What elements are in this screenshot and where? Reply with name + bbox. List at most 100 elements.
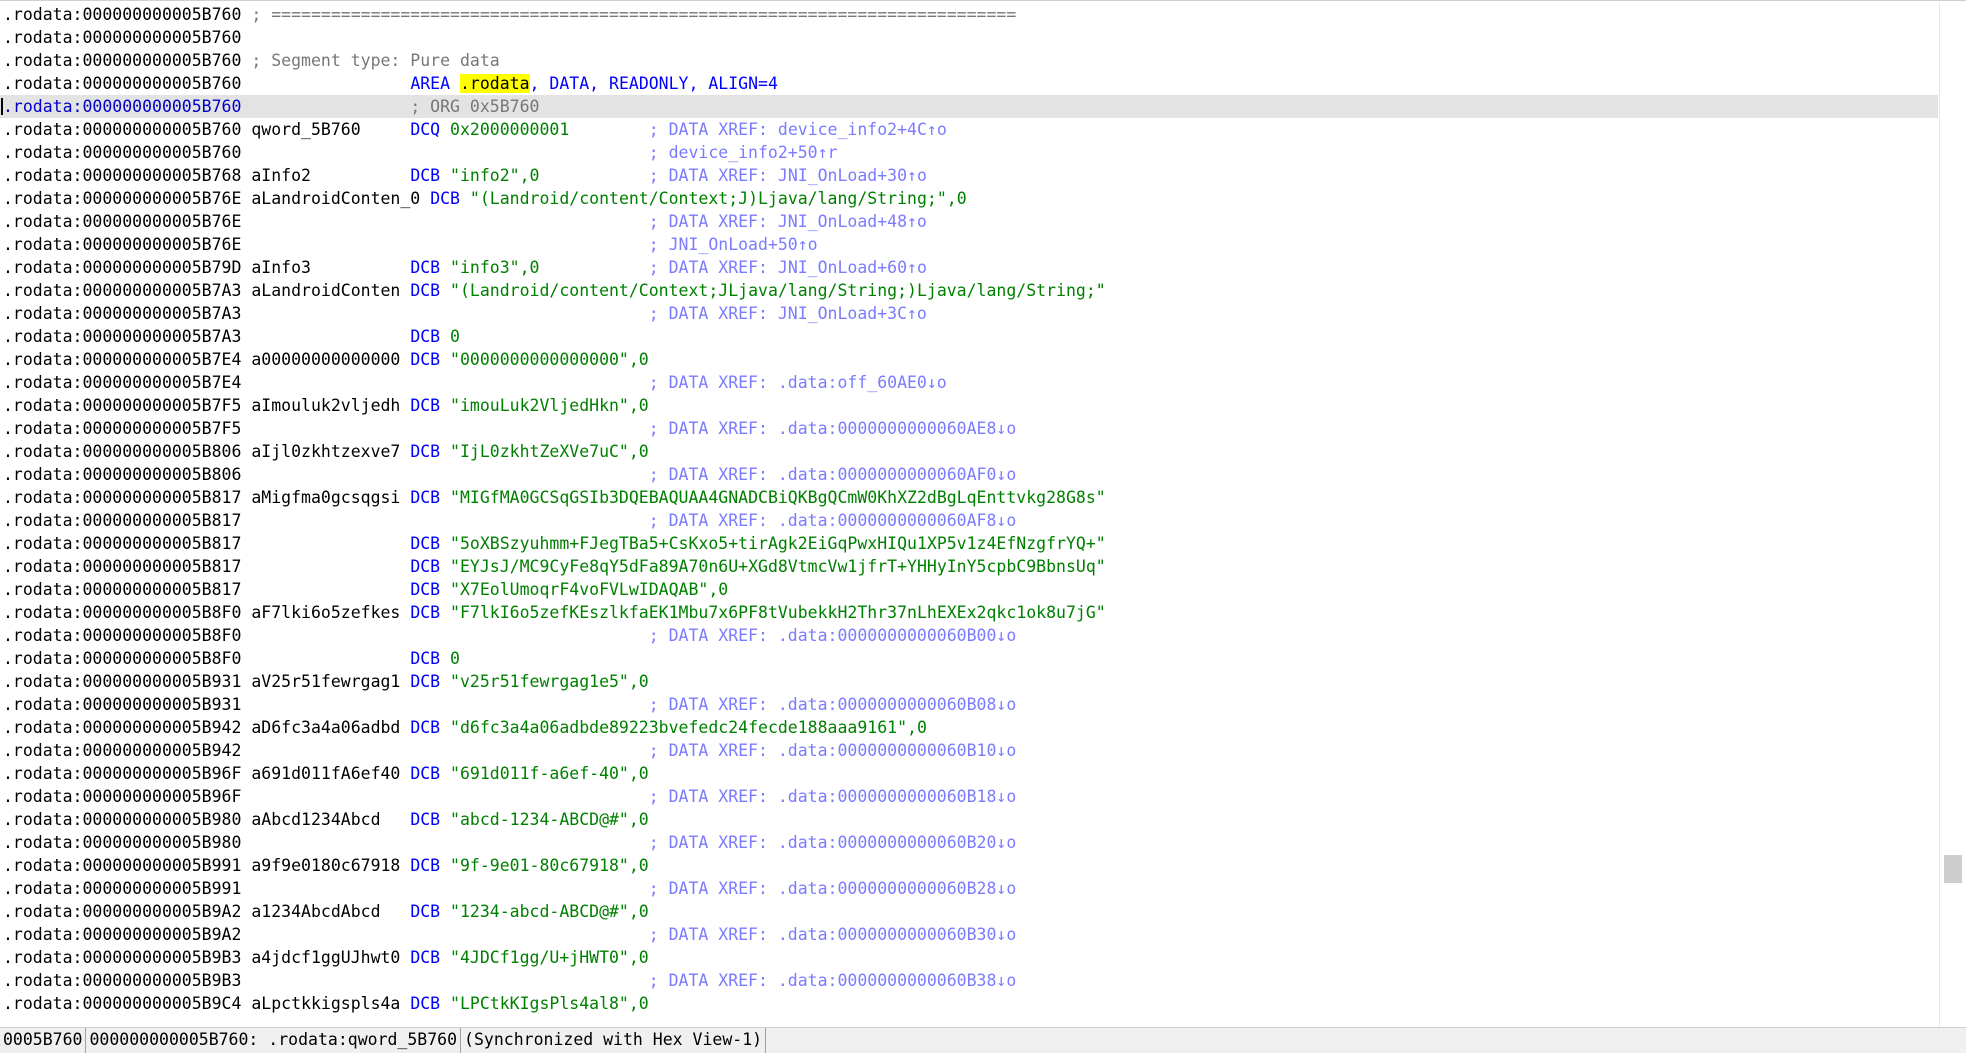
xref-comment[interactable]: ; DATA XREF: .data:0000000000060B08↓o [649,695,1017,714]
listing-line[interactable]: .rodata:000000000005B931 ; DATA XREF: .d… [0,693,1938,716]
line-label[interactable]: aInfo2 [251,166,311,185]
line-address: .rodata:000000000005B8F0 [3,626,242,645]
listing-line[interactable]: .rodata:000000000005B76E ; JNI_OnLoad+50… [0,233,1938,256]
listing-line[interactable]: .rodata:000000000005B760 AREA .rodata, D… [0,72,1938,95]
line-directive: DCB [410,350,441,369]
line-comment: ; ORG 0x5B760 [410,97,540,116]
listing-line[interactable]: .rodata:000000000005B942 ; DATA XREF: .d… [0,739,1938,762]
xref-comment[interactable]: ; DATA XREF: .data:0000000000060B20↓o [649,833,1017,852]
line-label[interactable]: a00000000000000 [251,350,400,369]
listing-line[interactable]: .rodata:000000000005B9B3 a4jdcf1ggUJhwt0… [0,946,1938,969]
line-label[interactable]: a4jdcf1ggUJhwt0 [251,948,400,967]
line-label[interactable]: a1234AbcdAbcd [251,902,380,921]
xref-comment[interactable]: ; DATA XREF: JNI_OnLoad+60↑o [649,258,927,277]
xref-comment[interactable]: ; DATA XREF: .data:0000000000060B28↓o [649,879,1017,898]
line-label[interactable]: aF7lki6o5zefkes [251,603,400,622]
xref-comment[interactable]: ; DATA XREF: device_info2+4C↑o [649,120,947,139]
listing-line[interactable]: .rodata:000000000005B76E aLandroidConten… [0,187,1938,210]
xref-comment[interactable]: ; DATA XREF: .data:0000000000060B10↓o [649,741,1017,760]
listing-line[interactable]: .rodata:000000000005B760 ; =============… [0,3,1938,26]
xref-comment[interactable]: ; DATA XREF: .data:0000000000060B38↓o [649,971,1017,990]
line-label[interactable]: aLandroidConten_0 [251,189,420,208]
listing-line[interactable]: .rodata:000000000005B817 DCB "5oXBSzyuhm… [0,532,1938,555]
line-address: .rodata:000000000005B760 [3,97,242,116]
xref-comment[interactable]: ; device_info2+50↑r [649,143,838,162]
listing-line[interactable]: .rodata:000000000005B806 aIjl0zkhtzexve7… [0,440,1938,463]
listing-line[interactable]: .rodata:000000000005B817 DCB "EYJsJ/MC9C… [0,555,1938,578]
line-directive: DCB [410,603,441,622]
listing-line[interactable]: .rodata:000000000005B980 aAbcd1234Abcd D… [0,808,1938,831]
line-label[interactable]: aImouluk2vljedh [251,396,400,415]
listing-line[interactable]: .rodata:000000000005B942 aD6fc3a4a06adbd… [0,716,1938,739]
listing-line[interactable]: .rodata:000000000005B7F5 aImouluk2vljedh… [0,394,1938,417]
listing-line[interactable]: .rodata:000000000005B7E4 ; DATA XREF: .d… [0,371,1938,394]
listing-line[interactable]: .rodata:000000000005B760 ; device_info2+… [0,141,1938,164]
line-directive: DCB [410,327,441,346]
listing-line[interactable]: .rodata:000000000005B76E ; DATA XREF: JN… [0,210,1938,233]
line-label[interactable]: aV25r51fewrgag1 [251,672,400,691]
listing-line[interactable]: .rodata:000000000005B9A2 a1234AbcdAbcd D… [0,900,1938,923]
line-address: .rodata:000000000005B7F5 [3,419,242,438]
listing-line[interactable]: .rodata:000000000005B817 aMigfma0gcsqgsi… [0,486,1938,509]
line-label[interactable]: aLandroidConten [251,281,400,300]
xref-comment[interactable]: ; DATA XREF: .data:0000000000060B30↓o [649,925,1017,944]
line-label[interactable]: aD6fc3a4a06adbd [251,718,400,737]
line-label[interactable]: aMigfma0gcsqgsi [251,488,400,507]
listing-line[interactable]: .rodata:000000000005B7F5 ; DATA XREF: .d… [0,417,1938,440]
listing-line[interactable]: .rodata:000000000005B96F ; DATA XREF: .d… [0,785,1938,808]
xref-comment[interactable]: ; DATA XREF: .data:0000000000060AF8↓o [649,511,1017,530]
listing-line[interactable]: .rodata:000000000005B8F0 ; DATA XREF: .d… [0,624,1938,647]
line-directive: DCB [410,258,441,277]
xref-comment[interactable]: ; DATA XREF: JNI_OnLoad+48↑o [649,212,927,231]
listing-line[interactable]: .rodata:000000000005B7E4 a00000000000000… [0,348,1938,371]
line-directive: AREA [410,74,451,93]
listing-line[interactable]: .rodata:000000000005B8F0 aF7lki6o5zefkes… [0,601,1938,624]
xref-comment[interactable]: ; DATA XREF: JNI_OnLoad+3C↑o [649,304,927,323]
line-address: .rodata:000000000005B96F [3,787,242,806]
listing-line[interactable]: .rodata:000000000005B9B3 ; DATA XREF: .d… [0,969,1938,992]
xref-comment[interactable]: ; DATA XREF: JNI_OnLoad+30↑o [649,166,927,185]
listing-line[interactable]: .rodata:000000000005B760 ; ORG 0x5B760 [0,95,1938,118]
listing-line[interactable]: .rodata:000000000005B991 ; DATA XREF: .d… [0,877,1938,900]
xref-comment[interactable]: ; DATA XREF: .data:0000000000060AF0↓o [649,465,1017,484]
line-directive: DCB [410,281,441,300]
listing-line[interactable]: .rodata:000000000005B991 a9f9e0180c67918… [0,854,1938,877]
listing-line[interactable]: .rodata:000000000005B760 ; Segment type:… [0,49,1938,72]
line-label[interactable]: a691d011fA6ef40 [251,764,400,783]
listing-line[interactable]: .rodata:000000000005B79D aInfo3 DCB "inf… [0,256,1938,279]
xref-comment[interactable]: ; DATA XREF: .data:0000000000060B00↓o [649,626,1017,645]
line-label[interactable]: aAbcd1234Abcd [251,810,380,829]
listing-line[interactable]: .rodata:000000000005B96F a691d011fA6ef40… [0,762,1938,785]
listing-line[interactable]: .rodata:000000000005B760 qword_5B760 DCQ… [0,118,1938,141]
listing-line[interactable]: .rodata:000000000005B817 ; DATA XREF: .d… [0,509,1938,532]
scrollbar-thumb[interactable] [1944,855,1962,883]
listing-line[interactable]: .rodata:000000000005B9C4 aLpctkkigspls4a… [0,992,1938,1015]
line-label[interactable]: qword_5B760 [251,120,360,139]
listing-line[interactable]: .rodata:000000000005B8F0 DCB 0 [0,647,1938,670]
xref-comment[interactable]: ; JNI_OnLoad+50↑o [649,235,818,254]
listing-line[interactable]: .rodata:000000000005B817 DCB "X7EolUmoqr… [0,578,1938,601]
line-operand: 0x2000000001 [440,120,570,139]
line-label[interactable]: a9f9e0180c67918 [251,856,400,875]
listing-line[interactable]: .rodata:000000000005B806 ; DATA XREF: .d… [0,463,1938,486]
line-label[interactable]: aIjl0zkhtzexve7 [251,442,400,461]
listing-line[interactable]: .rodata:000000000005B768 aInfo2 DCB "inf… [0,164,1938,187]
listing-line[interactable]: .rodata:000000000005B931 aV25r51fewrgag1… [0,670,1938,693]
line-label[interactable]: aLpctkkigspls4a [251,994,400,1013]
listing-line[interactable]: .rodata:000000000005B7A3 ; DATA XREF: JN… [0,302,1938,325]
listing-line[interactable]: .rodata:000000000005B760 [0,26,1938,49]
listing-line[interactable]: .rodata:000000000005B980 ; DATA XREF: .d… [0,831,1938,854]
vertical-scrollbar[interactable] [1939,3,1966,1028]
disassembly-listing[interactable]: .rodata:000000000005B760 ; =============… [0,3,1938,1028]
highlighted-token: .rodata [460,74,530,93]
line-label[interactable]: aInfo3 [251,258,311,277]
listing-line[interactable]: .rodata:000000000005B7A3 aLandroidConten… [0,279,1938,302]
listing-line[interactable]: .rodata:000000000005B9A2 ; DATA XREF: .d… [0,923,1938,946]
line-address: .rodata:000000000005B980 [3,810,242,829]
xref-comment[interactable]: ; DATA XREF: .data:0000000000060AE8↓o [649,419,1017,438]
line-operand: "info2",0 [440,166,540,185]
line-address: .rodata:000000000005B760 [3,74,242,93]
xref-comment[interactable]: ; DATA XREF: .data:0000000000060B18↓o [649,787,1017,806]
listing-line[interactable]: .rodata:000000000005B7A3 DCB 0 [0,325,1938,348]
xref-comment[interactable]: ; DATA XREF: .data:off_60AE0↓o [649,373,947,392]
